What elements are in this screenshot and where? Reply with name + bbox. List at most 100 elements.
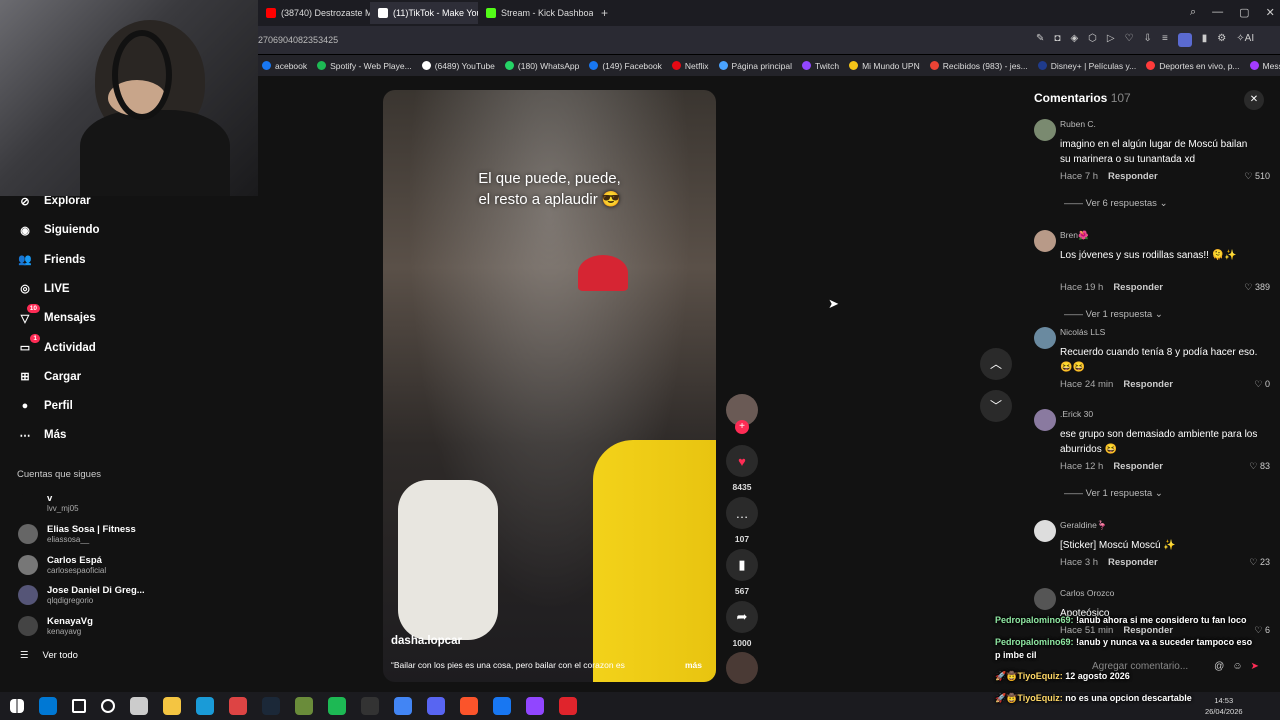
avatar[interactable] bbox=[1034, 588, 1056, 610]
reply-button[interactable]: Responder bbox=[1113, 282, 1163, 293]
share-icon[interactable]: ➦ bbox=[726, 601, 758, 633]
avatar[interactable] bbox=[1034, 409, 1056, 431]
comment-username[interactable]: Nicolás LLS bbox=[1060, 327, 1105, 337]
view-replies-button[interactable]: —— Ver 1 respuesta ⌄ bbox=[1064, 309, 1163, 320]
sidebar-item-perfil[interactable]: ● Perfil bbox=[16, 397, 73, 415]
bookmark-item[interactable]: Twitch bbox=[801, 61, 839, 71]
taskbar-app-icon[interactable] bbox=[163, 697, 181, 715]
taskbar-app-icon[interactable] bbox=[229, 697, 247, 715]
taskbar-app-icon[interactable] bbox=[39, 697, 57, 715]
sidebar-item-friends[interactable]: 👥 Friends bbox=[16, 251, 85, 269]
play-icon[interactable]: ▷ bbox=[1107, 33, 1115, 47]
sound-disc-action[interactable] bbox=[726, 652, 758, 684]
taskbar-app-icon[interactable] bbox=[130, 697, 148, 715]
see-all-link[interactable]: ☰ Ver todo bbox=[20, 650, 78, 661]
taskbar-app-icon[interactable] bbox=[460, 697, 478, 715]
comment-username[interactable]: Bren🌺 bbox=[1060, 230, 1089, 241]
avatar[interactable] bbox=[1034, 327, 1056, 349]
emoji-icon[interactable]: ☺ bbox=[1232, 661, 1242, 672]
settings-icon[interactable]: ⚙ bbox=[1217, 33, 1226, 47]
following-account[interactable]: Jose Daniel Di Greg... qlqdigregorio bbox=[18, 585, 145, 606]
ai-icon[interactable]: ✧AI bbox=[1236, 33, 1254, 47]
comment-like[interactable]: ♡ 0 bbox=[1254, 379, 1270, 390]
following-account[interactable]: Carlos Espá carlosespaoficial bbox=[18, 554, 106, 575]
caption-more-link[interactable]: más bbox=[685, 660, 702, 670]
avatar[interactable] bbox=[1034, 520, 1056, 542]
comment-icon[interactable]: … bbox=[726, 497, 758, 529]
bookmark-item[interactable]: acebook bbox=[262, 61, 307, 71]
taskbar-app-icon[interactable] bbox=[361, 697, 379, 715]
reply-button[interactable]: Responder bbox=[1113, 461, 1163, 472]
bookmark-item[interactable]: Messenger bbox=[1249, 61, 1280, 71]
maximize-icon[interactable]: ▢ bbox=[1239, 6, 1249, 19]
reply-button[interactable]: Responder bbox=[1108, 557, 1158, 568]
taskbar-app-icon[interactable] bbox=[262, 697, 280, 715]
sound-disc-icon[interactable] bbox=[726, 652, 758, 684]
reply-button[interactable]: Responder bbox=[1108, 171, 1158, 182]
url-text[interactable]: 2706904082353425 bbox=[258, 35, 338, 45]
edit-icon[interactable]: ✎ bbox=[1036, 33, 1044, 47]
sidebar-item-actividad[interactable]: ▭ 1 Actividad bbox=[16, 333, 96, 357]
close-icon[interactable]: ✕ bbox=[1244, 90, 1264, 110]
comment-username[interactable]: Ruben C. bbox=[1060, 119, 1096, 129]
extensions-icon[interactable]: ⬡ bbox=[1088, 33, 1097, 47]
comment-username[interactable]: .Erick 30 bbox=[1060, 409, 1093, 419]
bookmark-icon[interactable]: ▮ bbox=[726, 549, 758, 581]
view-replies-button[interactable]: —— Ver 6 respuestas ⌄ bbox=[1064, 198, 1168, 209]
taskbar-app-icon[interactable] bbox=[72, 699, 86, 713]
taskbar-app-icon[interactable] bbox=[295, 697, 313, 715]
comment-like[interactable]: ♡ 23 bbox=[1249, 557, 1270, 568]
windows-start-icon[interactable] bbox=[10, 699, 24, 713]
bookmark-item[interactable]: (149) Facebook bbox=[589, 61, 662, 71]
chevron-up-icon[interactable]: ︿ bbox=[980, 348, 1012, 380]
bookmark-item[interactable]: (180) WhatsApp bbox=[504, 61, 579, 71]
video-player[interactable]: El que puede, puede, el resto a aplaudir… bbox=[383, 90, 716, 682]
like-action[interactable]: ♥ 8435 bbox=[726, 445, 758, 492]
download-icon[interactable]: ⇩ bbox=[1144, 33, 1152, 47]
comment-like[interactable]: ♡ 510 bbox=[1244, 171, 1270, 182]
camera-icon[interactable]: ◘ bbox=[1054, 33, 1060, 47]
chevron-down-icon[interactable]: ﹀ bbox=[980, 390, 1012, 422]
bookmark-item[interactable]: Mi Mundo UPN bbox=[849, 61, 920, 71]
reply-button[interactable]: Responder bbox=[1123, 625, 1173, 636]
bookmark-item[interactable]: Netflix bbox=[671, 61, 709, 71]
taskbar-app-icon[interactable] bbox=[493, 697, 511, 715]
follow-plus-icon[interactable]: + bbox=[735, 420, 749, 434]
comment-like[interactable]: ♡ 389 bbox=[1244, 282, 1270, 293]
sidebar-item-siguiendo[interactable]: ◉ Siguiendo bbox=[16, 221, 99, 239]
taskbar-app-icon[interactable] bbox=[427, 697, 445, 715]
avatar[interactable] bbox=[1034, 230, 1056, 252]
browser-tab[interactable]: Stream - Kick Dashboard bbox=[478, 2, 593, 24]
bookmark-item[interactable]: Disney+ | Películas y... bbox=[1037, 61, 1136, 71]
send-icon[interactable]: ➤ bbox=[1251, 661, 1259, 672]
mention-icon[interactable]: @ bbox=[1214, 661, 1224, 672]
profile-avatar-icon[interactable] bbox=[1177, 33, 1192, 47]
bookmark-item[interactable]: (6489) YouTube bbox=[421, 61, 495, 71]
author-avatar-action[interactable]: + bbox=[726, 394, 758, 434]
following-account[interactable]: Elias Sosa | Fitness eliassosa__ bbox=[18, 523, 136, 544]
system-clock[interactable]: 14:53 26/04/2026 bbox=[1205, 695, 1243, 717]
comment-like[interactable]: ♡ 83 bbox=[1249, 461, 1270, 472]
bookmark-item[interactable]: Deportes en vivo, p... bbox=[1146, 61, 1240, 71]
browser-tab[interactable]: (11)TikTok - Make You bbox=[370, 2, 478, 24]
save-action[interactable]: ▮ 567 bbox=[726, 549, 758, 596]
avatar[interactable] bbox=[1034, 119, 1056, 141]
new-tab-icon[interactable]: + bbox=[601, 6, 608, 20]
taskbar-app-icon[interactable] bbox=[526, 697, 544, 715]
reply-button[interactable]: Responder bbox=[1123, 379, 1173, 390]
close-window-icon[interactable]: ✕ bbox=[1266, 6, 1275, 19]
bookmark-item[interactable]: Página principal bbox=[718, 61, 792, 71]
comment-input[interactable]: Agregar comentario... bbox=[1092, 661, 1188, 672]
search-icon[interactable]: ⌕ bbox=[1190, 6, 1196, 19]
comment-like[interactable]: ♡ 6 bbox=[1254, 625, 1270, 636]
following-account[interactable]: KenayaVg kenayavg bbox=[18, 616, 93, 637]
menu-icon[interactable]: ≡ bbox=[1162, 33, 1168, 47]
bookmark-item[interactable]: Recibidos (983) - jes... bbox=[929, 61, 1028, 71]
sidebar-item-mensajes[interactable]: ▽ 10 Mensajes bbox=[16, 304, 96, 327]
view-replies-button[interactable]: —— Ver 1 respuesta ⌄ bbox=[1064, 488, 1163, 499]
browser-tab[interactable]: (38740) Destrozaste Mi Al bbox=[258, 2, 370, 24]
taskbar-app-icon[interactable] bbox=[101, 699, 115, 713]
minimize-icon[interactable]: — bbox=[1212, 6, 1223, 19]
sidebar-item-live[interactable]: ◎ LIVE bbox=[16, 280, 69, 298]
following-account[interactable]: v lvv_mj05 bbox=[18, 493, 79, 513]
